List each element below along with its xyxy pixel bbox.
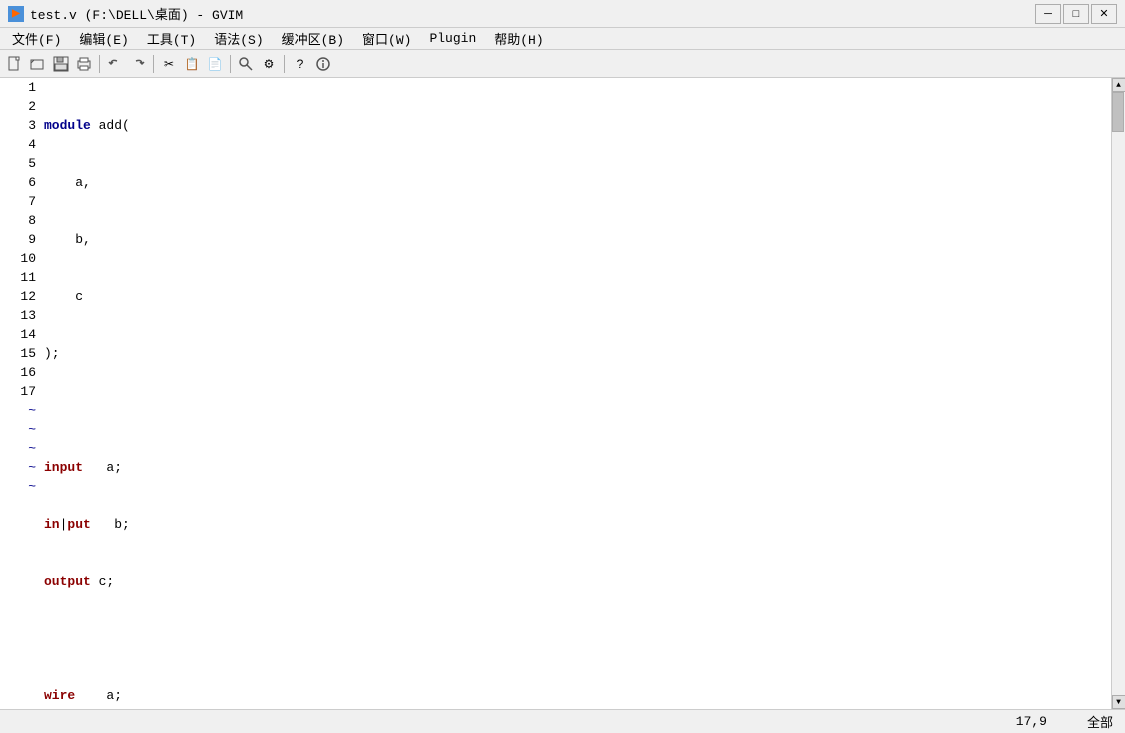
code-line-1: module add( bbox=[44, 116, 1107, 135]
toolbar-cut[interactable]: ✂ bbox=[158, 53, 180, 75]
scroll-thumb[interactable] bbox=[1112, 92, 1124, 132]
linenum-5: 5 bbox=[4, 154, 36, 173]
close-button[interactable]: ✕ bbox=[1091, 4, 1117, 24]
titlebar: ▶ test.v (F:\DELL\桌面) - GVIM ─ □ ✕ bbox=[0, 0, 1125, 28]
linenum-7: 7 bbox=[4, 192, 36, 211]
linenum-3: 3 bbox=[4, 116, 36, 135]
toolbar-sep4 bbox=[284, 55, 285, 73]
code-line-8: in|put b; bbox=[44, 515, 1107, 534]
linenum-16: 16 bbox=[4, 363, 36, 382]
linenum-22: ~ bbox=[4, 477, 36, 496]
toolbar-sep1 bbox=[99, 55, 100, 73]
toolbar-help[interactable]: ? bbox=[289, 53, 311, 75]
toolbar-find[interactable] bbox=[235, 53, 257, 75]
linenum-6: 6 bbox=[4, 173, 36, 192]
code-content[interactable]: module add( a, b, c ); input a; in|put b… bbox=[40, 78, 1111, 709]
linenum-15: 15 bbox=[4, 344, 36, 363]
code-line-11: wire a; bbox=[44, 686, 1107, 705]
toolbar-sep2 bbox=[153, 55, 154, 73]
menu-edit[interactable]: 编辑(E) bbox=[71, 27, 136, 50]
menu-file[interactable]: 文件(F) bbox=[4, 27, 69, 50]
vertical-scrollbar[interactable]: ▲ ▼ bbox=[1111, 78, 1125, 709]
linenum-14: 14 bbox=[4, 325, 36, 344]
app-icon: ▶ bbox=[8, 6, 24, 22]
editor[interactable]: 1 2 3 4 5 6 7 8 9 10 11 12 13 14 15 16 1… bbox=[0, 78, 1111, 709]
scroll-track[interactable] bbox=[1112, 92, 1125, 695]
toolbar: ✂ 📋 📄 ⚙ ? bbox=[0, 50, 1125, 78]
toolbar-open[interactable] bbox=[27, 53, 49, 75]
toolbar-sep3 bbox=[230, 55, 231, 73]
toolbar-info[interactable] bbox=[312, 53, 334, 75]
toolbar-print[interactable] bbox=[73, 53, 95, 75]
editor-main: 1 2 3 4 5 6 7 8 9 10 11 12 13 14 15 16 1… bbox=[0, 78, 1125, 709]
linenum-2: 2 bbox=[4, 97, 36, 116]
code-line-6 bbox=[44, 401, 1107, 420]
linenum-17: 17 bbox=[4, 382, 36, 401]
code-area: 1 2 3 4 5 6 7 8 9 10 11 12 13 14 15 16 1… bbox=[0, 78, 1111, 709]
linenum-1: 1 bbox=[4, 78, 36, 97]
toolbar-undo[interactable] bbox=[104, 53, 126, 75]
menu-buffer[interactable]: 缓冲区(B) bbox=[274, 27, 352, 50]
linenum-21: ~ bbox=[4, 458, 36, 477]
scroll-up-button[interactable]: ▲ bbox=[1112, 78, 1125, 92]
view-mode: 全部 bbox=[1087, 712, 1113, 731]
code-line-9: output c; bbox=[44, 572, 1107, 591]
maximize-button[interactable]: □ bbox=[1063, 4, 1089, 24]
menu-tools[interactable]: 工具(T) bbox=[139, 27, 204, 50]
linenum-9: 9 bbox=[4, 230, 36, 249]
linenum-19: ~ bbox=[4, 420, 36, 439]
toolbar-copy[interactable]: 📋 bbox=[181, 53, 203, 75]
toolbar-redo[interactable] bbox=[127, 53, 149, 75]
code-line-2: a, bbox=[44, 173, 1107, 192]
toolbar-new[interactable] bbox=[4, 53, 26, 75]
code-line-7: input a; bbox=[44, 458, 1107, 477]
menu-help[interactable]: 帮助(H) bbox=[486, 27, 551, 50]
scroll-down-button[interactable]: ▼ bbox=[1112, 695, 1125, 709]
code-line-4: c bbox=[44, 287, 1107, 306]
menu-window[interactable]: 窗口(W) bbox=[354, 27, 419, 50]
linenum-20: ~ bbox=[4, 439, 36, 458]
titlebar-controls: ─ □ ✕ bbox=[1035, 4, 1117, 24]
linenum-10: 10 bbox=[4, 249, 36, 268]
linenum-12: 12 bbox=[4, 287, 36, 306]
linenum-8: 8 bbox=[4, 211, 36, 230]
linenum-18: ~ bbox=[4, 401, 36, 420]
linenum-4: 4 bbox=[4, 135, 36, 154]
linenum-11: 11 bbox=[4, 268, 36, 287]
menu-syntax[interactable]: 语法(S) bbox=[206, 27, 271, 50]
statusbar: 17,9 全部 bbox=[0, 709, 1125, 733]
toolbar-settings[interactable]: ⚙ bbox=[258, 53, 280, 75]
minimize-button[interactable]: ─ bbox=[1035, 4, 1061, 24]
toolbar-save[interactable] bbox=[50, 53, 72, 75]
window-title: test.v (F:\DELL\桌面) - GVIM bbox=[30, 4, 243, 23]
code-line-10 bbox=[44, 629, 1107, 648]
toolbar-paste[interactable]: 📄 bbox=[204, 53, 226, 75]
code-line-3: b, bbox=[44, 230, 1107, 249]
line-numbers: 1 2 3 4 5 6 7 8 9 10 11 12 13 14 15 16 1… bbox=[0, 78, 40, 709]
menubar: 文件(F) 编辑(E) 工具(T) 语法(S) 缓冲区(B) 窗口(W) Plu… bbox=[0, 28, 1125, 50]
titlebar-left: ▶ test.v (F:\DELL\桌面) - GVIM bbox=[8, 4, 243, 23]
code-line-5: ); bbox=[44, 344, 1107, 363]
menu-plugin[interactable]: Plugin bbox=[421, 29, 484, 48]
cursor-position: 17,9 bbox=[1016, 714, 1047, 729]
linenum-13: 13 bbox=[4, 306, 36, 325]
